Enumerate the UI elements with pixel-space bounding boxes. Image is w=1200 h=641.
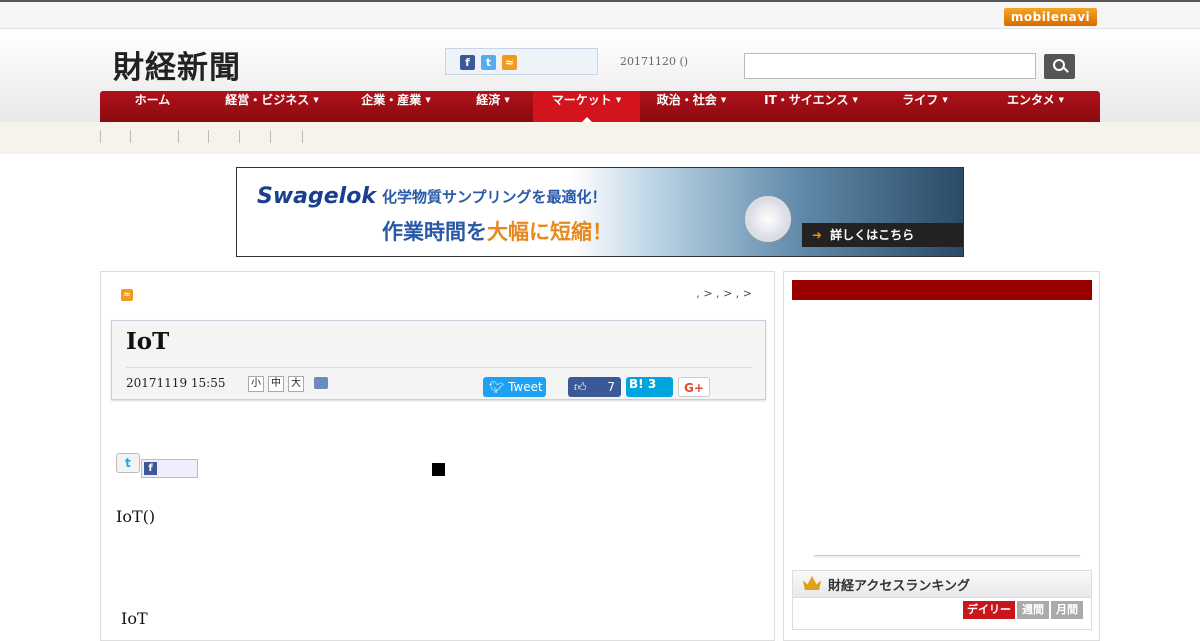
sidebar-header-bar	[792, 280, 1092, 300]
search-input[interactable]	[744, 53, 1036, 79]
hatena-count: 3	[647, 377, 657, 391]
rss-icon[interactable]: ≈	[502, 55, 517, 70]
chevron-down-icon: ▼	[615, 96, 622, 104]
breadcrumb[interactable]: , > , > , >	[696, 287, 752, 300]
article-date: 20171119 15:55	[126, 376, 226, 390]
tab-daily[interactable]: デイリー	[963, 601, 1015, 619]
subnav-divider	[100, 130, 101, 143]
header-date: 20171120 ()	[620, 55, 689, 68]
article-title: IoT	[126, 328, 170, 355]
nav-item-home[interactable]: ホーム	[100, 91, 205, 122]
article-body-line: IoT()	[116, 507, 156, 526]
subnav-divider	[208, 130, 209, 143]
nav-item-it-science[interactable]: IT・サイエンス ▼	[743, 91, 879, 122]
sub-nav	[0, 122, 1200, 154]
facebook-share-button[interactable]: f	[141, 459, 198, 478]
sidebar-divider	[814, 555, 1080, 556]
chevron-down-icon: ▼	[313, 96, 319, 104]
subnav-divider	[178, 130, 179, 143]
header-divider	[126, 367, 753, 368]
access-ranking: 財経アクセスランキング デイリー 週間 月間	[792, 570, 1092, 630]
ranking-header: 財経アクセスランキング	[793, 571, 1091, 598]
arrow-right-icon: ➜	[812, 228, 823, 242]
hatena-bookmark-button[interactable]: B! 3	[626, 377, 673, 397]
facebook-like-count: 7	[607, 380, 615, 394]
thumbs-up-icon: 👍︎	[574, 380, 587, 394]
twitter-share-icon[interactable]: t	[116, 453, 140, 473]
facebook-like-button[interactable]: 👍︎ 7	[568, 377, 621, 397]
subnav-divider	[130, 130, 131, 143]
tweet-button[interactable]: 🐦︎ Tweet	[483, 377, 546, 397]
top-bar: mobilenavi	[0, 0, 1200, 29]
font-size-small-button[interactable]: 小	[248, 376, 264, 392]
rss-icon[interactable]: ≈	[121, 289, 133, 301]
tab-weekly[interactable]: 週間	[1017, 601, 1049, 619]
crown-icon	[803, 576, 821, 590]
banner-subtitle: 化学物質サンプリングを最適化！	[382, 188, 607, 206]
mobile-navi-link[interactable]: mobilenavi	[1004, 8, 1097, 26]
chevron-down-icon: ▼	[942, 96, 948, 104]
subnav-divider	[302, 130, 303, 143]
article-header: IoT 20171119 15:55 小 中 大 🐦︎ Tweet 👍︎ 7 B!…	[111, 320, 766, 400]
subnav-divider	[239, 130, 240, 143]
twitter-icon[interactable]: t	[481, 55, 496, 70]
chevron-down-icon: ▼	[1058, 96, 1065, 104]
search-button[interactable]	[1044, 54, 1075, 79]
nav-item-business[interactable]: 経営・ビジネス ▼	[205, 91, 339, 122]
bullet-square-icon	[432, 463, 445, 476]
social-links: f t ≈	[445, 48, 598, 75]
banner-brand: Swagelok	[257, 184, 376, 209]
facebook-icon: f	[144, 462, 157, 475]
subnav-divider	[270, 130, 271, 143]
gauge-icon	[745, 196, 791, 242]
sidebar: 財経アクセスランキング デイリー 週間 月間	[783, 271, 1100, 641]
font-size-large-button[interactable]: 大	[288, 376, 304, 392]
nav-item-economy[interactable]: 経済 ▼	[453, 91, 533, 122]
twitter-icon: 🐦︎	[489, 380, 509, 394]
tab-monthly[interactable]: 月間	[1051, 601, 1083, 619]
article-body-line: IoT	[121, 609, 148, 628]
nav-item-entertainment[interactable]: エンタメ ▼	[971, 91, 1100, 122]
nav-item-life[interactable]: ライフ ▼	[879, 91, 971, 122]
main-nav: ホーム 経営・ビジネス ▼ 企業・産業 ▼ 経済 ▼ マーケット ▼ 政治・社会 ▼ IT…	[100, 91, 1100, 122]
nav-item-market[interactable]: マーケット ▼	[533, 91, 640, 122]
chevron-down-icon: ▼	[504, 96, 510, 104]
ad-banner[interactable]: Swagelok 化学物質サンプリングを最適化！ 作業時間を大幅に短縮！ ➜ 詳し…	[236, 167, 964, 257]
google-plus-button[interactable]: G+	[678, 377, 710, 397]
article-panel: ≈ , > , > , > IoT 20171119 15:55 小 中 大 🐦…	[100, 271, 775, 641]
font-size-medium-button[interactable]: 中	[268, 376, 284, 392]
nav-item-industry[interactable]: 企業・産業 ▼	[339, 91, 453, 122]
print-icon[interactable]	[314, 377, 328, 389]
ranking-title: 財経アクセスランキング	[828, 579, 970, 594]
chevron-down-icon: ▼	[720, 96, 727, 104]
chevron-down-icon: ▼	[852, 96, 858, 104]
chevron-down-icon: ▼	[425, 96, 431, 104]
site-logo[interactable]: 財経新聞	[113, 42, 241, 87]
banner-headline: 作業時間を大幅に短縮！	[382, 220, 613, 244]
nav-item-politics[interactable]: 政治・社会 ▼	[640, 91, 743, 122]
facebook-icon[interactable]: f	[460, 55, 475, 70]
banner-cta-button[interactable]: ➜ 詳しくはこちら	[802, 223, 963, 247]
